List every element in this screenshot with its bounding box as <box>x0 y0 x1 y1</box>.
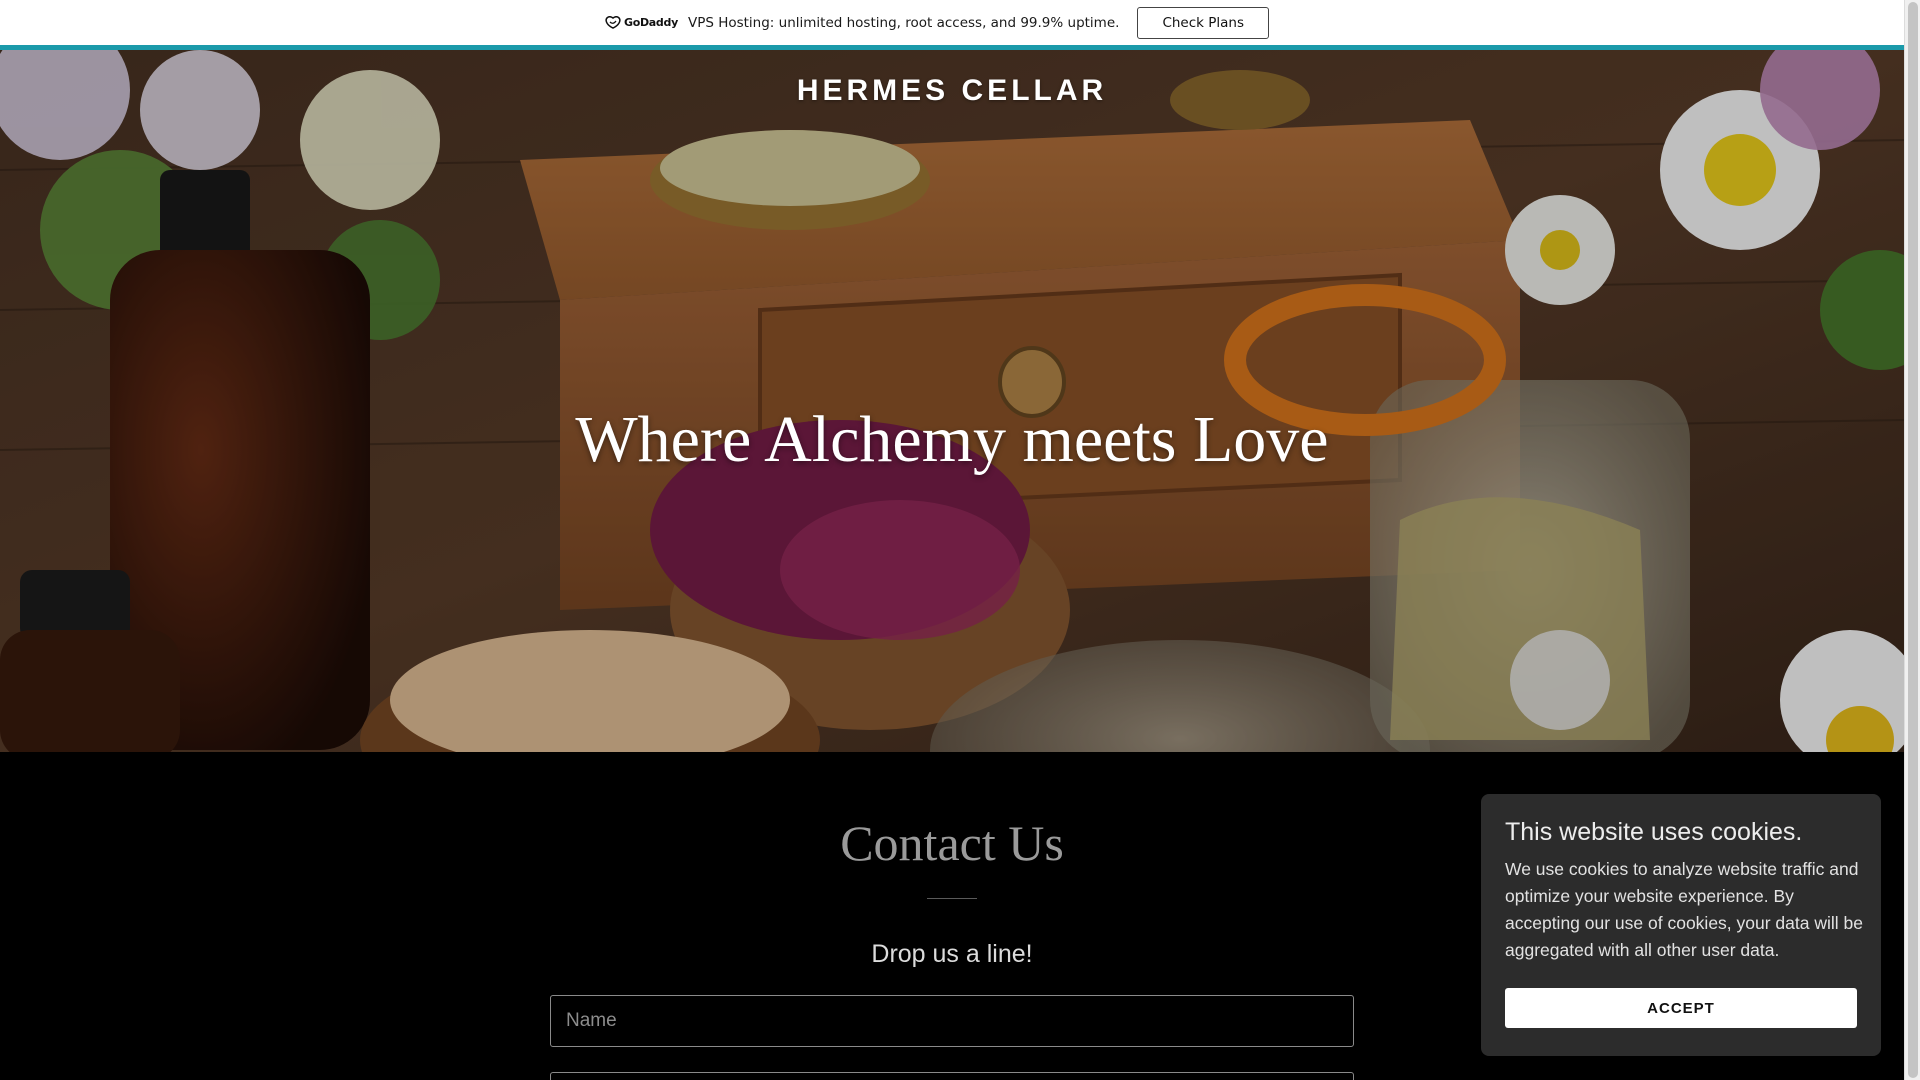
godaddy-logo-icon <box>605 15 621 29</box>
page-scrollbar[interactable] <box>1904 0 1920 1080</box>
email-input[interactable] <box>550 1072 1354 1080</box>
name-input[interactable] <box>550 995 1354 1047</box>
hero-section: HERMES CELLAR Where Alchemy meets Love <box>0 50 1904 752</box>
promo-bar: GoDaddy VPS Hosting: unlimited hosting, … <box>0 0 1904 50</box>
title-divider <box>927 898 977 899</box>
godaddy-logo-text: GoDaddy <box>623 16 678 29</box>
hero-overlay <box>0 50 1904 752</box>
scrollbar-thumb[interactable] <box>1908 2 1918 1078</box>
hero-tagline: Where Alchemy meets Love <box>575 403 1329 476</box>
promo-content: GoDaddy VPS Hosting: unlimited hosting, … <box>605 6 1270 39</box>
site-brand-title[interactable]: HERMES CELLAR <box>0 74 1904 108</box>
cookie-banner: This website uses cookies. We use cookie… <box>1481 794 1881 1056</box>
promo-message: VPS Hosting: unlimited hosting, root acc… <box>687 14 1120 31</box>
accept-cookies-button[interactable]: ACCEPT <box>1505 988 1857 1028</box>
page: GoDaddy VPS Hosting: unlimited hosting, … <box>0 0 1920 1080</box>
cookie-text: We use cookies to analyze website traffi… <box>1505 859 1863 960</box>
cookie-title: This website uses cookies. <box>1505 818 1803 846</box>
godaddy-logo[interactable]: GoDaddy <box>605 15 678 30</box>
check-plans-button[interactable]: Check Plans <box>1137 6 1270 39</box>
